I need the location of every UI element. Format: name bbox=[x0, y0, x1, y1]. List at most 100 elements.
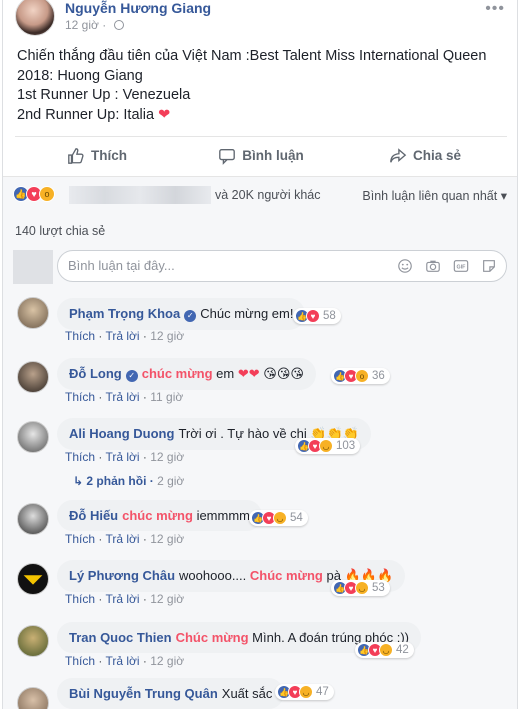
commenter-name[interactable]: Ali Hoang Duong bbox=[69, 426, 174, 441]
comment-reply-link[interactable]: Trả lời bbox=[105, 450, 139, 464]
comment-reactions[interactable]: 👍 ♥ ◡ 53 bbox=[331, 580, 390, 596]
comment-reactions[interactable]: 👍 ♥ ◡ 47 bbox=[275, 684, 334, 700]
share-count[interactable]: 140 lượt chia sẻ bbox=[3, 212, 517, 244]
author-name[interactable]: Nguyễn Hương Giang bbox=[65, 0, 211, 16]
commenter-avatar[interactable] bbox=[17, 563, 49, 595]
share-label: Chia sẻ bbox=[412, 148, 462, 163]
comment-box[interactable]: GIF bbox=[57, 250, 507, 282]
reaction-stats: 👍 ♥ o và 20K người khác Bình luận liên q… bbox=[3, 176, 517, 212]
comment-like-link[interactable]: Thích bbox=[65, 592, 95, 606]
author-avatar[interactable] bbox=[15, 0, 55, 36]
love-reaction-icon: ♥ bbox=[306, 309, 320, 323]
verified-badge-icon: ✓ bbox=[184, 310, 197, 322]
like-label: Thích bbox=[91, 148, 127, 163]
comment-reactions[interactable]: 👍 ♥ ◡ 54 bbox=[249, 510, 308, 526]
comment-reply-link[interactable]: Trả lời bbox=[105, 329, 139, 343]
commenter-name[interactable]: Lý Phương Châu bbox=[69, 568, 175, 583]
commenter-name[interactable]: Bùi Nguyễn Trung Quân bbox=[69, 686, 218, 701]
comment-like-link[interactable]: Thích bbox=[65, 450, 95, 464]
reaction-icons[interactable]: 👍 ♥ o bbox=[13, 186, 55, 202]
comment-text: Trời ơi . Tự hào về chị bbox=[178, 426, 307, 441]
blurred-names bbox=[69, 186, 211, 204]
wow-reaction-icon: o bbox=[39, 186, 55, 202]
verified-badge-icon: ✓ bbox=[125, 370, 138, 382]
comment-input[interactable] bbox=[68, 258, 368, 273]
post-card: Nguyễn Hương Giang 12 giờ · ••• Chiến th… bbox=[2, 0, 518, 709]
comment-reactions[interactable]: 👍 ♥ 58 bbox=[293, 308, 341, 324]
celebration-tag: chúc mừng bbox=[122, 508, 193, 523]
comment-like-link[interactable]: Thích bbox=[65, 329, 95, 343]
gif-icon[interactable]: GIF bbox=[452, 258, 470, 274]
comment-reply-link[interactable]: Trả lời bbox=[105, 592, 139, 606]
comment-reply-link[interactable]: Trả lời bbox=[105, 390, 139, 404]
haha-reaction-icon: ◡ bbox=[379, 643, 393, 657]
post-line: 1st Runner Up : Venezuela bbox=[17, 87, 191, 103]
post-meta: 12 giờ · bbox=[65, 18, 124, 32]
comment-list: Phạm Trọng Khoa ✓ Chúc mừng em! 👍 ♥ 58 Thích… bbox=[3, 288, 517, 709]
comment-icon bbox=[219, 148, 236, 165]
camera-icon[interactable] bbox=[424, 258, 442, 274]
comment-bubble: Đỗ Hiếu chúc mừng iemmmm bbox=[57, 500, 262, 531]
commenter-avatar[interactable] bbox=[17, 421, 49, 453]
reaction-others[interactable]: và 20K người khác bbox=[215, 188, 321, 202]
comment-sort-dropdown[interactable]: Bình luận liên quan nhất ▾ bbox=[362, 188, 507, 203]
commenter-avatar[interactable] bbox=[17, 361, 49, 393]
comment-links: Thích · Trả lời · 12 giờ bbox=[65, 450, 185, 464]
commenter-name[interactable]: Đỗ Long bbox=[69, 366, 122, 381]
comment-links: Thích · Trả lời · 11 giờ bbox=[65, 390, 184, 404]
comment-like-link[interactable]: Thích bbox=[65, 390, 95, 404]
celebration-tag: Chúc mừng bbox=[249, 568, 323, 583]
comment-bubble: Đỗ Long ✓ chúc mừng em ❤❤ 😘😘😘 bbox=[57, 358, 316, 390]
commenter-name[interactable]: Tran Quoc Thien bbox=[69, 630, 172, 645]
commenter-avatar[interactable] bbox=[17, 687, 49, 709]
wow-reaction-icon: o bbox=[355, 369, 369, 383]
haha-reaction-icon: ◡ bbox=[273, 511, 287, 525]
comment-links: Thích · Trả lời · 12 giờ bbox=[65, 592, 185, 606]
comment-like-link[interactable]: Thích bbox=[65, 532, 95, 546]
celebration-tag: Chúc mừng bbox=[175, 630, 249, 645]
comment-label: Bình luận bbox=[242, 148, 304, 163]
post-line: 2018: Huong Giang bbox=[17, 67, 143, 84]
post-header: Nguyễn Hương Giang 12 giờ · ••• bbox=[15, 0, 505, 44]
commenter-avatar[interactable] bbox=[17, 503, 49, 535]
comment-reply-link[interactable]: Trả lời bbox=[105, 532, 139, 546]
thumbs-up-icon bbox=[68, 147, 84, 164]
caret-down-icon: ▾ bbox=[500, 189, 507, 203]
svg-text:GIF: GIF bbox=[457, 265, 467, 271]
comment-text: Xuất sắc bbox=[221, 686, 273, 701]
comment-links: Thích · Trả lời · 12 giờ bbox=[65, 329, 185, 343]
haha-reaction-icon: ◡ bbox=[299, 685, 313, 699]
comment-button[interactable]: Bình luận bbox=[179, 137, 343, 174]
comment-links: Thích · Trả lời · 12 giờ bbox=[65, 654, 185, 668]
comment-bubble: Phạm Trọng Khoa ✓ Chúc mừng em! bbox=[57, 298, 306, 330]
comment-reactions[interactable]: 👍 ♥ ◡ 103 bbox=[295, 438, 361, 454]
reply-arrow-icon: ↳ bbox=[73, 474, 84, 488]
post-time[interactable]: 12 giờ bbox=[65, 18, 99, 32]
globe-icon bbox=[113, 20, 124, 30]
commenter-avatar[interactable] bbox=[17, 625, 49, 657]
comment-reactions[interactable]: 👍 ♥ o 36 bbox=[331, 368, 390, 384]
emoji-icon[interactable] bbox=[396, 258, 414, 274]
sticker-icon[interactable] bbox=[480, 258, 498, 274]
kiss-emoji-icon: 😘😘😘 bbox=[263, 366, 304, 381]
post-actions: Thích Bình luận Chia sẻ bbox=[15, 136, 507, 174]
comment-text: em bbox=[216, 366, 235, 381]
comment-reply-link[interactable]: Trả lời bbox=[105, 654, 139, 668]
heart-emoji-icon: ❤ bbox=[158, 106, 171, 123]
own-avatar bbox=[13, 250, 53, 284]
more-options-icon[interactable]: ••• bbox=[485, 0, 505, 18]
comment-text-pre: woohooo.... bbox=[179, 568, 247, 583]
comment-composer: GIF bbox=[3, 244, 517, 288]
commenter-name[interactable]: Phạm Trọng Khoa bbox=[69, 306, 180, 321]
post-text: Chiến thắng đầu tiên của Việt Nam :Best … bbox=[17, 47, 507, 125]
comment-like-link[interactable]: Thích bbox=[65, 654, 95, 668]
comment-text: iemmmm bbox=[196, 508, 250, 523]
like-button[interactable]: Thích bbox=[15, 137, 179, 174]
commenter-avatar[interactable] bbox=[17, 297, 49, 329]
share-icon bbox=[390, 147, 407, 163]
comment-reactions[interactable]: 👍 ♥ ◡ 42 bbox=[355, 642, 414, 658]
comment-text: Chúc mừng em! bbox=[200, 306, 294, 321]
share-button[interactable]: Chia sẻ bbox=[343, 137, 507, 174]
view-replies-link[interactable]: ↳ 2 phản hồi · 2 giờ bbox=[73, 474, 184, 488]
commenter-name[interactable]: Đỗ Hiếu bbox=[69, 508, 118, 523]
